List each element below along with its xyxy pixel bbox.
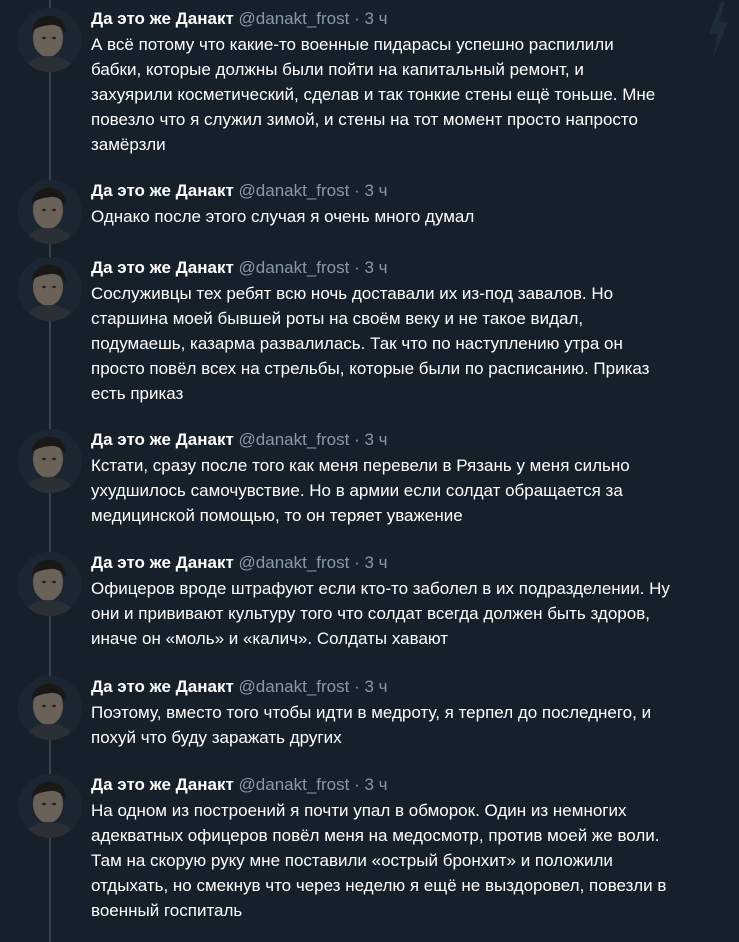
tweet-text: На одном из построений я почти упал в об…: [91, 801, 667, 920]
author-handle[interactable]: @danakt_frost: [239, 553, 350, 572]
header-separator: ·: [354, 775, 360, 794]
header-separator: ·: [354, 430, 360, 449]
tweet-time[interactable]: 3 ч: [365, 430, 388, 449]
tweet-header: Да это же Данакт @danakt_frost · 3 ч: [91, 774, 729, 796]
avatar[interactable]: [18, 429, 82, 493]
header-separator: ·: [354, 553, 360, 572]
tweet-header: Да это же Данакт @danakt_frost · 3 ч: [91, 180, 729, 202]
header-separator: ·: [354, 258, 360, 277]
author-handle[interactable]: @danakt_frost: [239, 258, 350, 277]
tweet-header: Да это же Данакт @danakt_frost · 3 ч: [91, 8, 729, 30]
tweet-content: Да это же Данакт @danakt_frost · 3 ч А в…: [91, 8, 729, 157]
author-name[interactable]: Да это же Данакт: [91, 677, 234, 696]
tweet-header: Да это же Данакт @danakt_frost · 3 ч: [91, 676, 729, 698]
avatar[interactable]: [18, 774, 82, 838]
author-name[interactable]: Да это же Данакт: [91, 775, 234, 794]
author-name[interactable]: Да это же Данакт: [91, 9, 234, 28]
tweet-text: Офицеров вроде штрафуют если кто-то забо…: [91, 579, 670, 648]
avatar[interactable]: [18, 257, 82, 321]
avatar[interactable]: [18, 180, 82, 244]
tweet-text: Сослуживцы тех ребят всю ночь доставали …: [91, 284, 650, 403]
tweet-content: Да это же Данакт @danakt_frost · 3 ч На …: [91, 774, 729, 923]
tweet-content: Да это же Данакт @danakt_frost · 3 ч Кст…: [91, 429, 729, 528]
tweet-header: Да это же Данакт @danakt_frost · 3 ч: [91, 552, 729, 574]
tweet-time[interactable]: 3 ч: [365, 181, 388, 200]
tweet-content: Да это же Данакт @danakt_frost · 3 ч Офи…: [91, 552, 729, 651]
tweet-content: Да это же Данакт @danakt_frost · 3 ч Одн…: [91, 180, 729, 229]
avatar[interactable]: [18, 552, 82, 616]
author-name[interactable]: Да это же Данакт: [91, 430, 234, 449]
tweet-header: Да это же Данакт @danakt_frost · 3 ч: [91, 429, 729, 451]
avatar[interactable]: [18, 8, 82, 72]
tweet-text: А всё потому что какие-то военные пидара…: [91, 35, 656, 154]
author-handle[interactable]: @danakt_frost: [239, 9, 350, 28]
tweet-text: Кстати, сразу после того как меня переве…: [91, 456, 630, 525]
author-handle[interactable]: @danakt_frost: [239, 677, 350, 696]
tweet-time[interactable]: 3 ч: [365, 553, 388, 572]
tweet-header: Да это же Данакт @danakt_frost · 3 ч: [91, 257, 729, 279]
header-separator: ·: [354, 9, 360, 28]
tweet-time[interactable]: 3 ч: [365, 258, 388, 277]
header-separator: ·: [354, 181, 360, 200]
tweet-time[interactable]: 3 ч: [365, 9, 388, 28]
author-handle[interactable]: @danakt_frost: [239, 181, 350, 200]
tweet-time[interactable]: 3 ч: [365, 775, 388, 794]
author-handle[interactable]: @danakt_frost: [239, 775, 350, 794]
author-name[interactable]: Да это же Данакт: [91, 181, 234, 200]
author-name[interactable]: Да это же Данакт: [91, 258, 234, 277]
tweet-text: Однако после этого случая я очень много …: [91, 207, 475, 226]
author-name[interactable]: Да это же Данакт: [91, 553, 234, 572]
author-handle[interactable]: @danakt_frost: [239, 430, 350, 449]
tweet-text: Поэтому, вместо того чтобы идти в медрот…: [91, 703, 652, 747]
tweet-content: Да это же Данакт @danakt_frost · 3 ч Поэ…: [91, 676, 729, 750]
avatar[interactable]: [18, 676, 82, 740]
tweet-time[interactable]: 3 ч: [365, 677, 388, 696]
tweet-content: Да это же Данакт @danakt_frost · 3 ч Сос…: [91, 257, 729, 406]
header-separator: ·: [354, 677, 360, 696]
